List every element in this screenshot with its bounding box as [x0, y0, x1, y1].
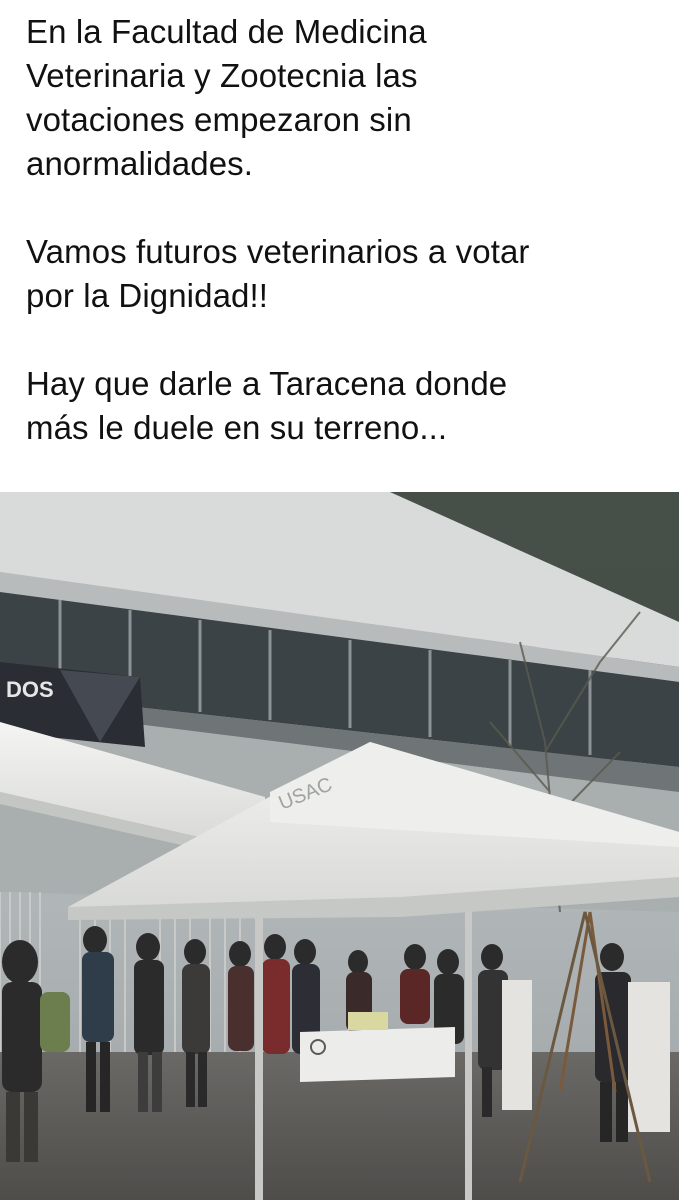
svg-text:DOS: DOS [6, 677, 54, 702]
post-photo[interactable]: DOS USAC [0, 492, 679, 1200]
post-paragraph-2: Vamos futuros veterinarios a votar por l… [26, 233, 530, 314]
post-text: En la Facultad de Medicina Veterinaria y… [26, 10, 666, 450]
voting-scene-image: DOS USAC [0, 492, 679, 1200]
post-paragraph-3: Hay que darle a Taracena donde más le du… [26, 365, 508, 446]
post-paragraph-1: En la Facultad de Medicina Veterinaria y… [26, 13, 427, 182]
